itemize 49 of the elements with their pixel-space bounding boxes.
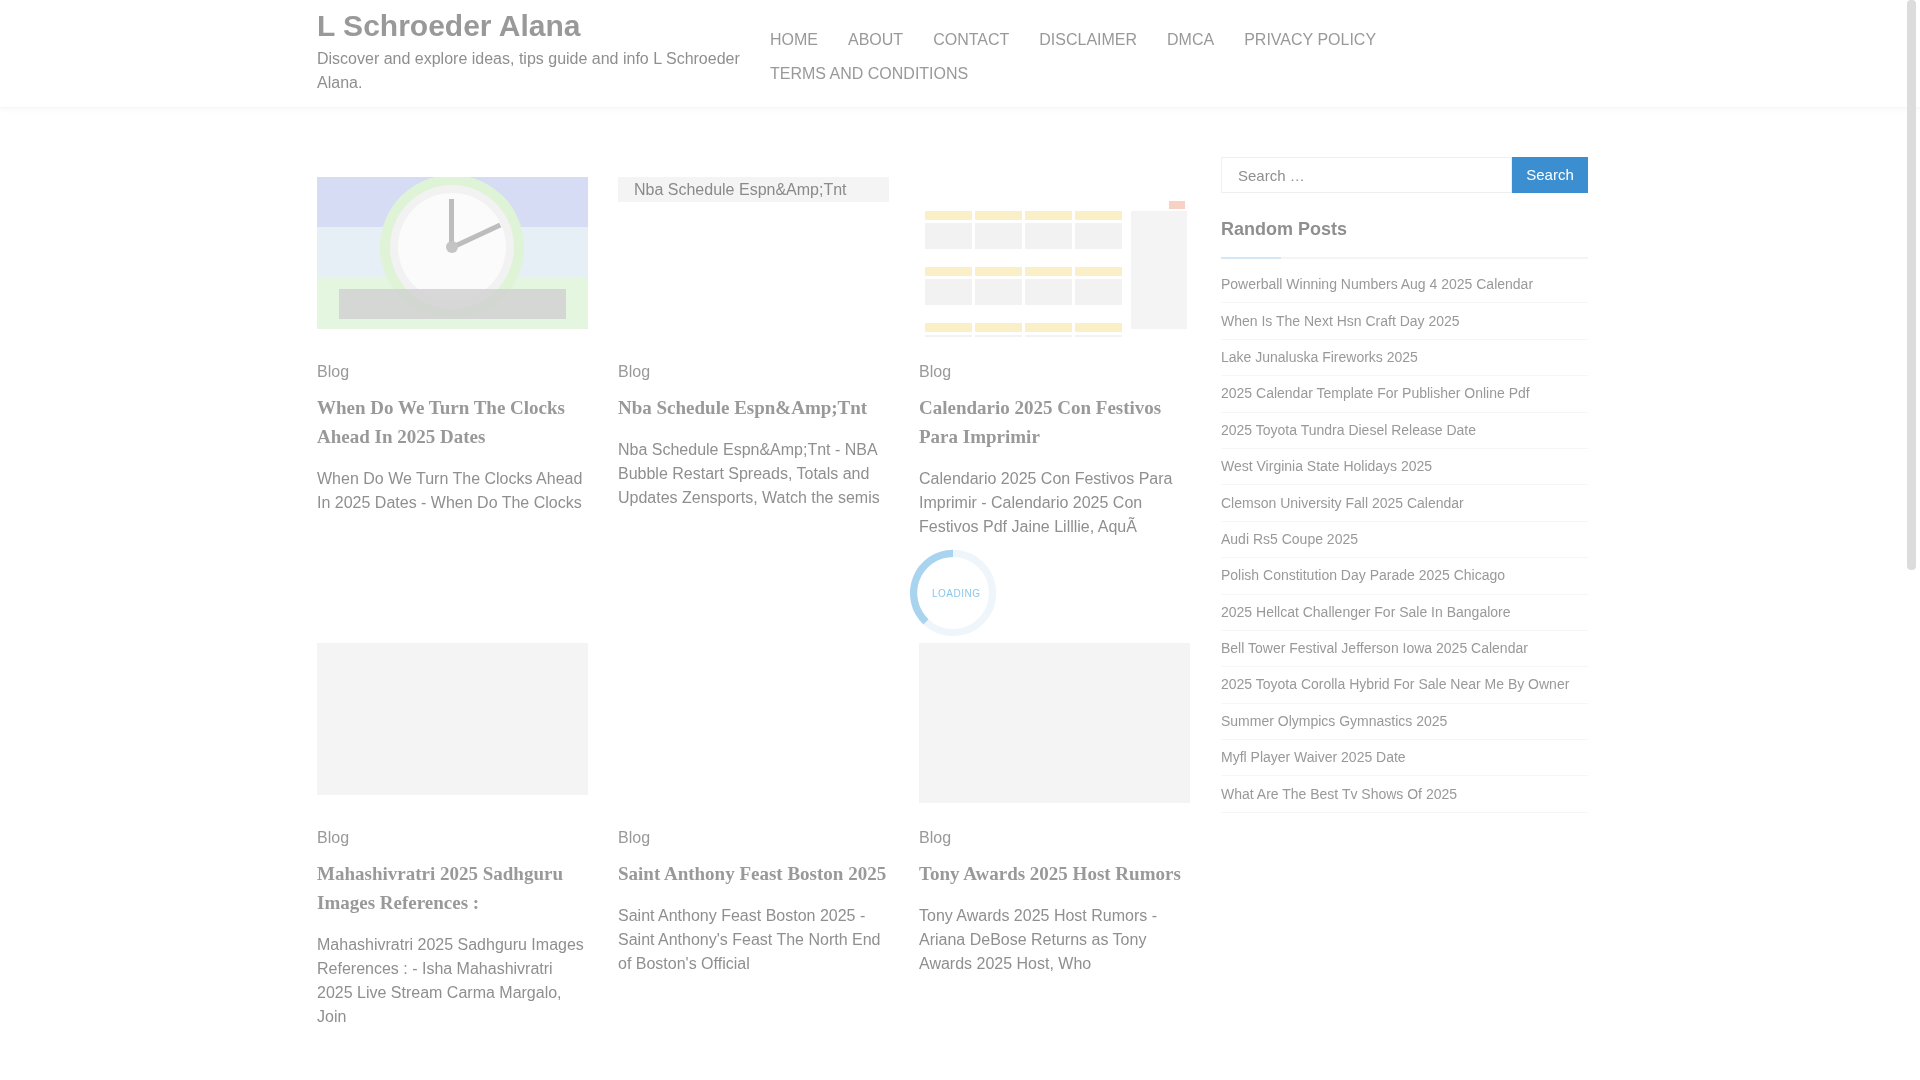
broken-image: Nba Schedule Espn&Amp;Tnt [618,177,889,202]
random-post-link[interactable]: Clemson University Fall 2025 Calendar [1221,492,1464,514]
post-category[interactable]: Blog [618,360,651,384]
post-excerpt: Calendario 2025 Con Festivos Para Imprimir - Calendario 2025 Con Festivos Pdf Jaine Lilllie, AquÃ [919,469,1174,537]
nav-link[interactable]: PRIVACY POLICY [1244,28,1377,62]
random-post-link[interactable]: 2025 Hellcat Challenger For Sale In Bangalore [1221,601,1511,623]
nav-link[interactable]: DMCA [1167,28,1215,62]
random-post-link[interactable]: Powerball Winning Numbers Aug 4 2025 Calendar [1221,274,1534,296]
post-title[interactable]: Mahashivratri 2025 Sadhguru Images References : [317,859,588,917]
post-category[interactable]: Blog [618,826,651,850]
search-button[interactable]: Search [1512,157,1588,193]
post-title[interactable]: When Do We Turn The Clocks Ahead In 2025 Dates [317,393,588,451]
post-category[interactable]: Blog [317,360,350,384]
nav-link[interactable]: DISCLAIMER [1039,28,1138,62]
random-post-link[interactable]: Polish Constitution Day Parade 2025 Chicago [1221,565,1506,587]
nav-link[interactable]: ABOUT [848,28,904,62]
loading-text: LOADING [932,587,981,601]
nav-link[interactable]: CONTACT [933,28,1010,62]
post-title[interactable]: Nba Schedule Espn&Amp;Tnt [618,393,889,422]
site-tagline: Discover and explore ideas, tips guide and info L Schroeder Alana. [317,49,741,93]
post-excerpt: Saint Anthony Feast Boston 2025 - Saint Anthony's Feast The North End of Boston's Official [618,906,882,974]
random-post-link[interactable]: Bell Tower Festival Jefferson Iowa 2025 Calendar [1221,638,1528,660]
post-excerpt: Tony Awards 2025 Host Rumors - Ariana DeBose Returns as Tony Awards 2025 Host, Who [919,906,1159,974]
post-category[interactable]: Blog [919,360,952,384]
site-title[interactable]: L Schroeder Alana [317,0,757,44]
heading-underline [1221,257,1281,259]
post-excerpt: When Do We Turn The Clocks Ahead In 2025 Dates - When Do The Clocks [317,469,584,513]
nav-link[interactable]: HOME [770,28,818,62]
post-excerpt: Mahashivratri 2025 Sadhguru Images References : - Isha Mahashivratri 2025 Live Stream Carma Margalo, Join [317,935,585,1027]
search-field[interactable]: Search … [1221,157,1512,193]
random-post-link[interactable]: West Virginia State Holidays 2025 [1221,456,1433,478]
post-category[interactable]: Blog [919,826,952,850]
random-post-link[interactable]: Lake Junaluska Fireworks 2025 [1221,346,1418,368]
post-category[interactable]: Blog [317,826,350,850]
post-excerpt: Nba Schedule Espn&Amp;Tnt - NBA Bubble Restart Spreads, Totals and Updates Zensports, Watch the semis [618,440,881,508]
random-post-link[interactable]: Myfl Player Waiver 2025 Date [1221,747,1406,769]
post-title[interactable]: Calendario 2025 Con Festivos Para Imprimir [919,393,1190,451]
random-post-link[interactable]: 2025 Toyota Tundra Diesel Release Date [1221,419,1476,441]
random-post-link[interactable]: 2025 Toyota Corolla Hybrid For Sale Near Me By Owner [1221,674,1570,696]
random-post-link[interactable]: What Are The Best Tv Shows Of 2025 [1221,783,1458,805]
post-title[interactable]: Saint Anthony Feast Boston 2025 [618,859,889,888]
random-post-link[interactable]: 2025 Calendar Template For Publisher Online Pdf [1221,383,1530,405]
random-post-link[interactable]: Summer Olympics Gymnastics 2025 [1221,710,1448,732]
random-post-link[interactable]: Audi Rs5 Coupe 2025 [1221,528,1358,550]
post-title[interactable]: Tony Awards 2025 Host Rumors [919,859,1190,888]
random-post-link[interactable]: When Is The Next Hsn Craft Day 2025 [1221,310,1460,332]
widget-heading: Random Posts [1221,218,1349,241]
scrollbar[interactable] [1907,0,1916,570]
nav-link[interactable]: TERMS AND CONDITIONS [770,61,969,95]
